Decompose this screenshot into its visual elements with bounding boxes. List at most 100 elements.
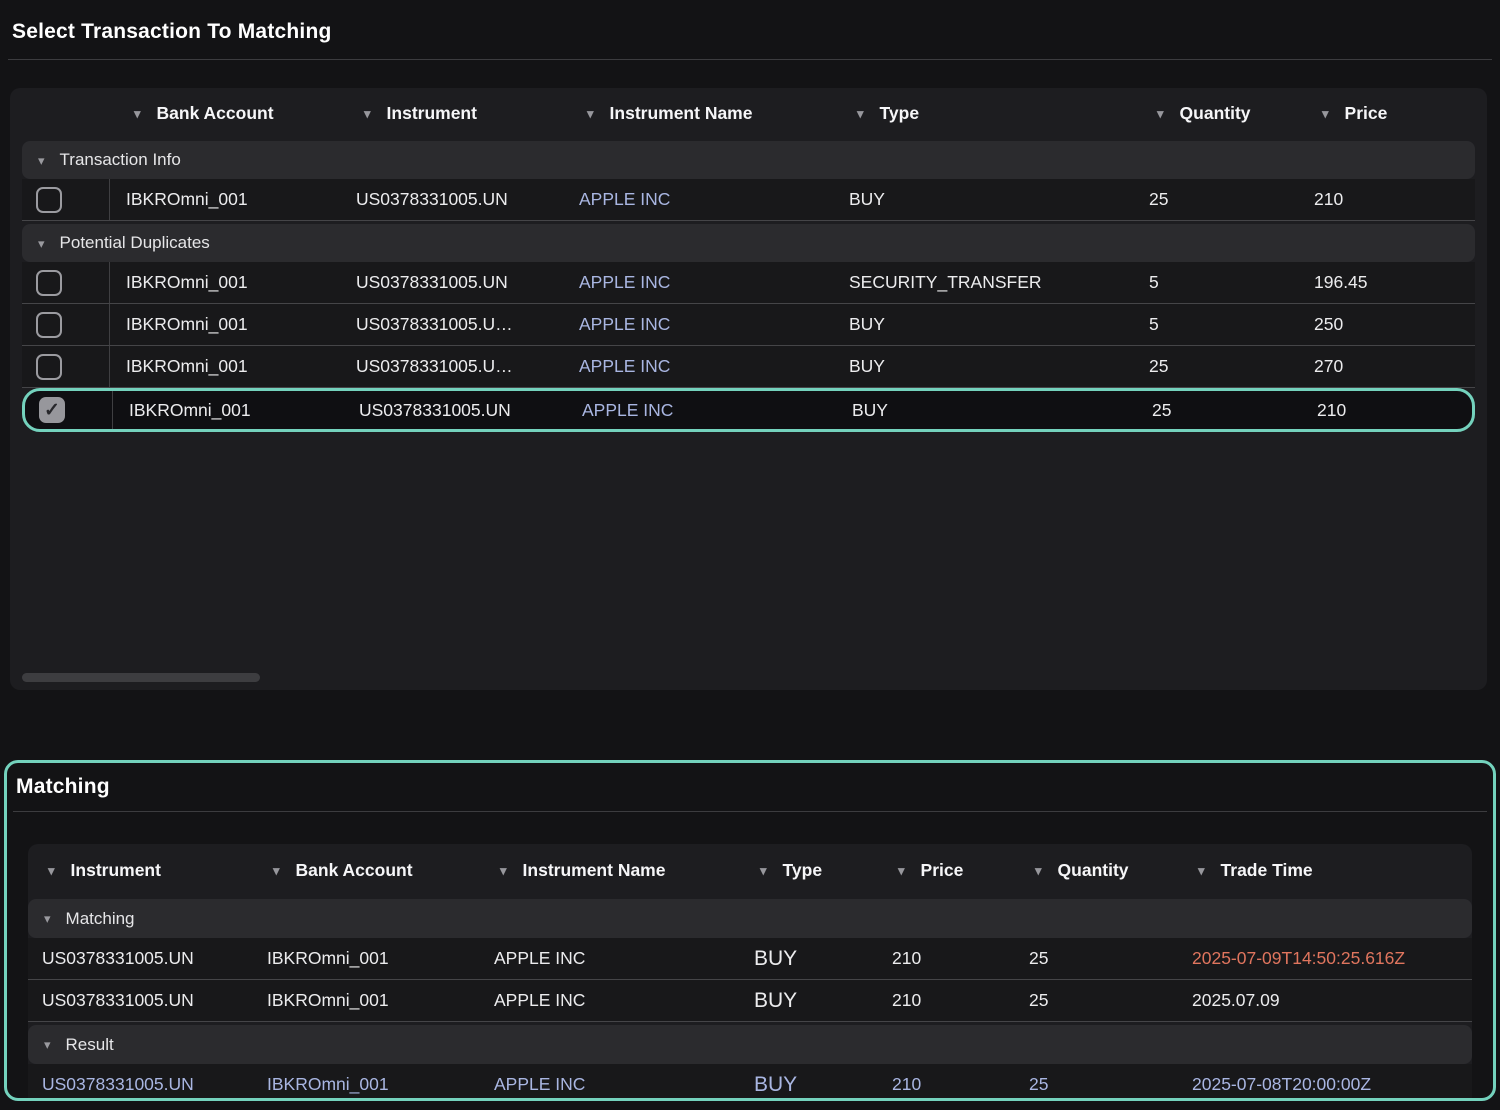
- column-header-label: Instrument Name: [610, 103, 753, 124]
- column-header-label: Bank Account: [296, 860, 413, 881]
- column-header-label: Type: [783, 860, 823, 881]
- column-header-bank-account[interactable]: ▾ Bank Account: [253, 860, 480, 881]
- matching-table-panel: ▾ Instrument ▾ Bank Account ▾ Instrument…: [28, 844, 1472, 1101]
- column-header-price[interactable]: ▾ Price: [1298, 103, 1475, 124]
- table-row[interactable]: IBKROmni_001 US0378331005.U… APPLE INC B…: [22, 346, 1475, 388]
- column-header-instrument[interactable]: ▾ Instrument: [28, 860, 253, 881]
- column-header-price[interactable]: ▾ Price: [878, 860, 1015, 881]
- column-header-label: Price: [921, 860, 964, 881]
- column-header-quantity[interactable]: ▾ Quantity: [1133, 103, 1298, 124]
- group-header-transaction-info[interactable]: ▾ Transaction Info: [22, 141, 1475, 179]
- column-header-quantity[interactable]: ▾ Quantity: [1015, 860, 1178, 881]
- group-header-matching[interactable]: ▾ Matching: [28, 899, 1472, 938]
- sort-arrow-icon: ▾: [500, 864, 507, 877]
- cell-instrument-name: APPLE INC: [563, 272, 833, 293]
- sort-arrow-icon: ▾: [48, 864, 55, 877]
- cell-price: 210: [1301, 400, 1472, 421]
- cell-price: 210: [1298, 189, 1475, 210]
- cell-instrument: US0378331005.U…: [340, 314, 563, 335]
- table-row-result[interactable]: US0378331005.UN IBKROmni_001 APPLE INC B…: [28, 1064, 1472, 1101]
- select-transaction-section: Select Transaction To Matching ▾ Bank Ac…: [0, 0, 1500, 690]
- cell-bank-account: IBKROmni_001: [253, 948, 480, 969]
- column-header-instrument-name[interactable]: ▾ Instrument Name: [480, 860, 740, 881]
- cell-bank-account: IBKROmni_001: [110, 314, 340, 335]
- cell-quantity: 5: [1133, 272, 1298, 293]
- cell-price: 210: [878, 948, 1015, 969]
- cell-instrument-name: APPLE INC: [480, 948, 740, 969]
- matching-section: Matching ▾ Instrument ▾ Bank Account ▾ I…: [4, 760, 1496, 1101]
- matching-title: Matching: [7, 763, 1493, 811]
- sort-arrow-icon: ▾: [364, 107, 371, 120]
- cell-bank-account: IBKROmni_001: [110, 272, 340, 293]
- column-header-instrument[interactable]: ▾ Instrument: [340, 103, 563, 124]
- cell-price: 210: [878, 1074, 1015, 1095]
- group-header-potential-duplicates[interactable]: ▾ Potential Duplicates: [22, 224, 1475, 262]
- column-header-label: Instrument: [387, 103, 477, 124]
- cell-quantity: 25: [1133, 356, 1298, 377]
- cell-trade-time: 2025-07-09T14:50:25.616Z: [1178, 948, 1472, 969]
- group-label: Potential Duplicates: [60, 233, 210, 253]
- collapse-arrow-icon: ▾: [44, 1038, 51, 1051]
- cell-quantity: 25: [1015, 990, 1178, 1011]
- table-row[interactable]: IBKROmni_001 US0378331005.UN APPLE INC B…: [22, 179, 1475, 221]
- group-header-result[interactable]: ▾ Result: [28, 1025, 1472, 1064]
- cell-instrument: US0378331005.UN: [28, 1074, 253, 1095]
- column-header-label: Price: [1345, 103, 1388, 124]
- cell-instrument: US0378331005.UN: [343, 400, 566, 421]
- column-header-label: Bank Account: [157, 103, 274, 124]
- sort-arrow-icon: ▾: [1198, 864, 1205, 877]
- sort-arrow-icon: ▾: [760, 864, 767, 877]
- cell-price: 210: [878, 990, 1015, 1011]
- cell-instrument-name: APPLE INC: [563, 356, 833, 377]
- cell-quantity: 25: [1015, 948, 1178, 969]
- table-row[interactable]: US0378331005.UN IBKROmni_001 APPLE INC B…: [28, 938, 1472, 980]
- column-header-label: Quantity: [1058, 860, 1129, 881]
- sort-arrow-icon: ▾: [1035, 864, 1042, 877]
- column-header-label: Instrument Name: [523, 860, 666, 881]
- cell-instrument-name: APPLE INC: [480, 990, 740, 1011]
- cell-bank-account: IBKROmni_001: [253, 1074, 480, 1095]
- cell-price: 250: [1298, 314, 1475, 335]
- cell-bank-account: IBKROmni_001: [113, 400, 343, 421]
- table-row[interactable]: IBKROmni_001 US0378331005.UN APPLE INC S…: [22, 262, 1475, 304]
- row-checkbox[interactable]: [36, 187, 62, 213]
- cell-price: 270: [1298, 356, 1475, 377]
- collapse-arrow-icon: ▾: [44, 912, 51, 925]
- row-checkbox-checked[interactable]: ✓: [39, 397, 65, 423]
- cell-bank-account: IBKROmni_001: [110, 189, 340, 210]
- column-header-bank-account[interactable]: ▾ Bank Account: [110, 103, 340, 124]
- sort-arrow-icon: ▾: [587, 107, 594, 120]
- row-checkbox[interactable]: [36, 270, 62, 296]
- collapse-arrow-icon: ▾: [38, 154, 45, 167]
- cell-instrument-name: APPLE INC: [566, 400, 836, 421]
- table-row-selected[interactable]: ✓ IBKROmni_001 US0378331005.UN APPLE INC…: [22, 388, 1475, 432]
- cell-bank-account: IBKROmni_001: [110, 356, 340, 377]
- cell-quantity: 25: [1015, 1074, 1178, 1095]
- row-checkbox[interactable]: [36, 354, 62, 380]
- cell-instrument: US0378331005.UN: [28, 990, 253, 1011]
- cell-quantity: 25: [1136, 400, 1301, 421]
- check-icon: ✓: [44, 401, 60, 420]
- table-row[interactable]: IBKROmni_001 US0378331005.U… APPLE INC B…: [22, 304, 1475, 346]
- cell-instrument-name: APPLE INC: [480, 1074, 740, 1095]
- column-header-type[interactable]: ▾ Type: [833, 103, 1133, 124]
- row-checkbox[interactable]: [36, 312, 62, 338]
- cell-instrument-name: APPLE INC: [563, 314, 833, 335]
- column-header-trade-time[interactable]: ▾ Trade Time: [1178, 860, 1472, 881]
- column-header-type[interactable]: ▾ Type: [740, 860, 878, 881]
- horizontal-scrollbar[interactable]: [22, 673, 260, 682]
- sort-arrow-icon: ▾: [857, 107, 864, 120]
- column-header-instrument-name[interactable]: ▾ Instrument Name: [563, 103, 833, 124]
- transactions-table-header: ▾ Bank Account ▾ Instrument ▾ Instrument…: [22, 88, 1475, 138]
- cell-instrument-name: APPLE INC: [563, 189, 833, 210]
- table-row[interactable]: US0378331005.UN IBKROmni_001 APPLE INC B…: [28, 980, 1472, 1022]
- sort-arrow-icon: ▾: [898, 864, 905, 877]
- cell-type: BUY: [740, 947, 878, 971]
- group-label: Matching: [66, 909, 135, 929]
- title-divider: [8, 59, 1492, 60]
- page-title: Select Transaction To Matching: [0, 0, 1500, 59]
- cell-instrument: US0378331005.U…: [340, 356, 563, 377]
- column-header-label: Instrument: [71, 860, 161, 881]
- sort-arrow-icon: ▾: [273, 864, 280, 877]
- collapse-arrow-icon: ▾: [38, 237, 45, 250]
